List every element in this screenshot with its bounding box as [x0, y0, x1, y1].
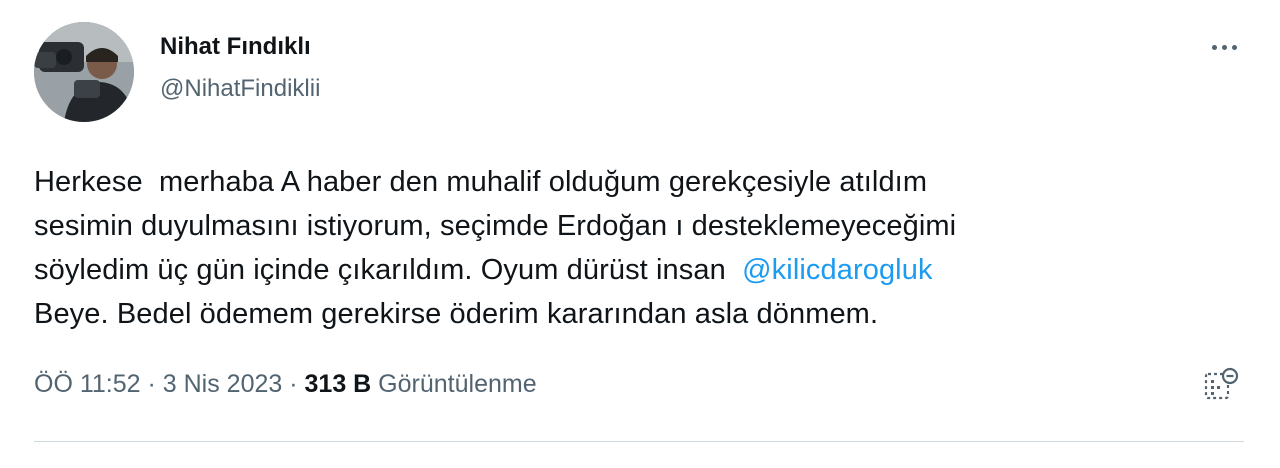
tweet-time: ÖÖ 11:52: [34, 370, 141, 398]
analytics-icon: [1204, 367, 1239, 400]
tweet-time-link[interactable]: ÖÖ 11:52 · 3 Nis 2023: [34, 370, 282, 398]
avatar[interactable]: [34, 22, 134, 122]
more-options-button[interactable]: [1200, 32, 1248, 62]
more-horizontal-icon: [1221, 44, 1227, 50]
analytics-button[interactable]: [1196, 362, 1244, 406]
mention-link[interactable]: @kilicdarogluk: [742, 254, 932, 286]
views-count: 313 B: [304, 370, 372, 398]
more-horizontal-icon: [1231, 44, 1237, 50]
more-horizontal-icon: [1211, 44, 1217, 50]
views-link[interactable]: 313 B Görüntülenme: [305, 370, 537, 398]
views-label: Görüntülenme: [371, 370, 537, 398]
tweet-meta: ÖÖ 11:52 · 3 Nis 2023 · 313 B Görüntülen…: [34, 366, 537, 402]
tweet-text-part: Beye. Bedel ödemem gerekirse öderim kara…: [34, 298, 879, 330]
tweet-card: Nihat Fındıklı @NihatFindiklii Herkese m…: [0, 0, 1280, 468]
author-handle[interactable]: @NihatFindiklii: [160, 72, 320, 106]
avatar-image: [34, 22, 134, 122]
meta-separator: ·: [282, 370, 305, 398]
tweet-date: 3 Nis 2023: [162, 370, 283, 398]
author-display-name[interactable]: Nihat Fındıklı: [160, 30, 320, 64]
divider: [34, 441, 1244, 442]
tweet-text: Herkese merhaba A haber den muhalif oldu…: [34, 160, 1224, 336]
meta-separator: ·: [140, 370, 163, 398]
author-block: Nihat Fındıklı @NihatFindiklii: [160, 30, 320, 106]
